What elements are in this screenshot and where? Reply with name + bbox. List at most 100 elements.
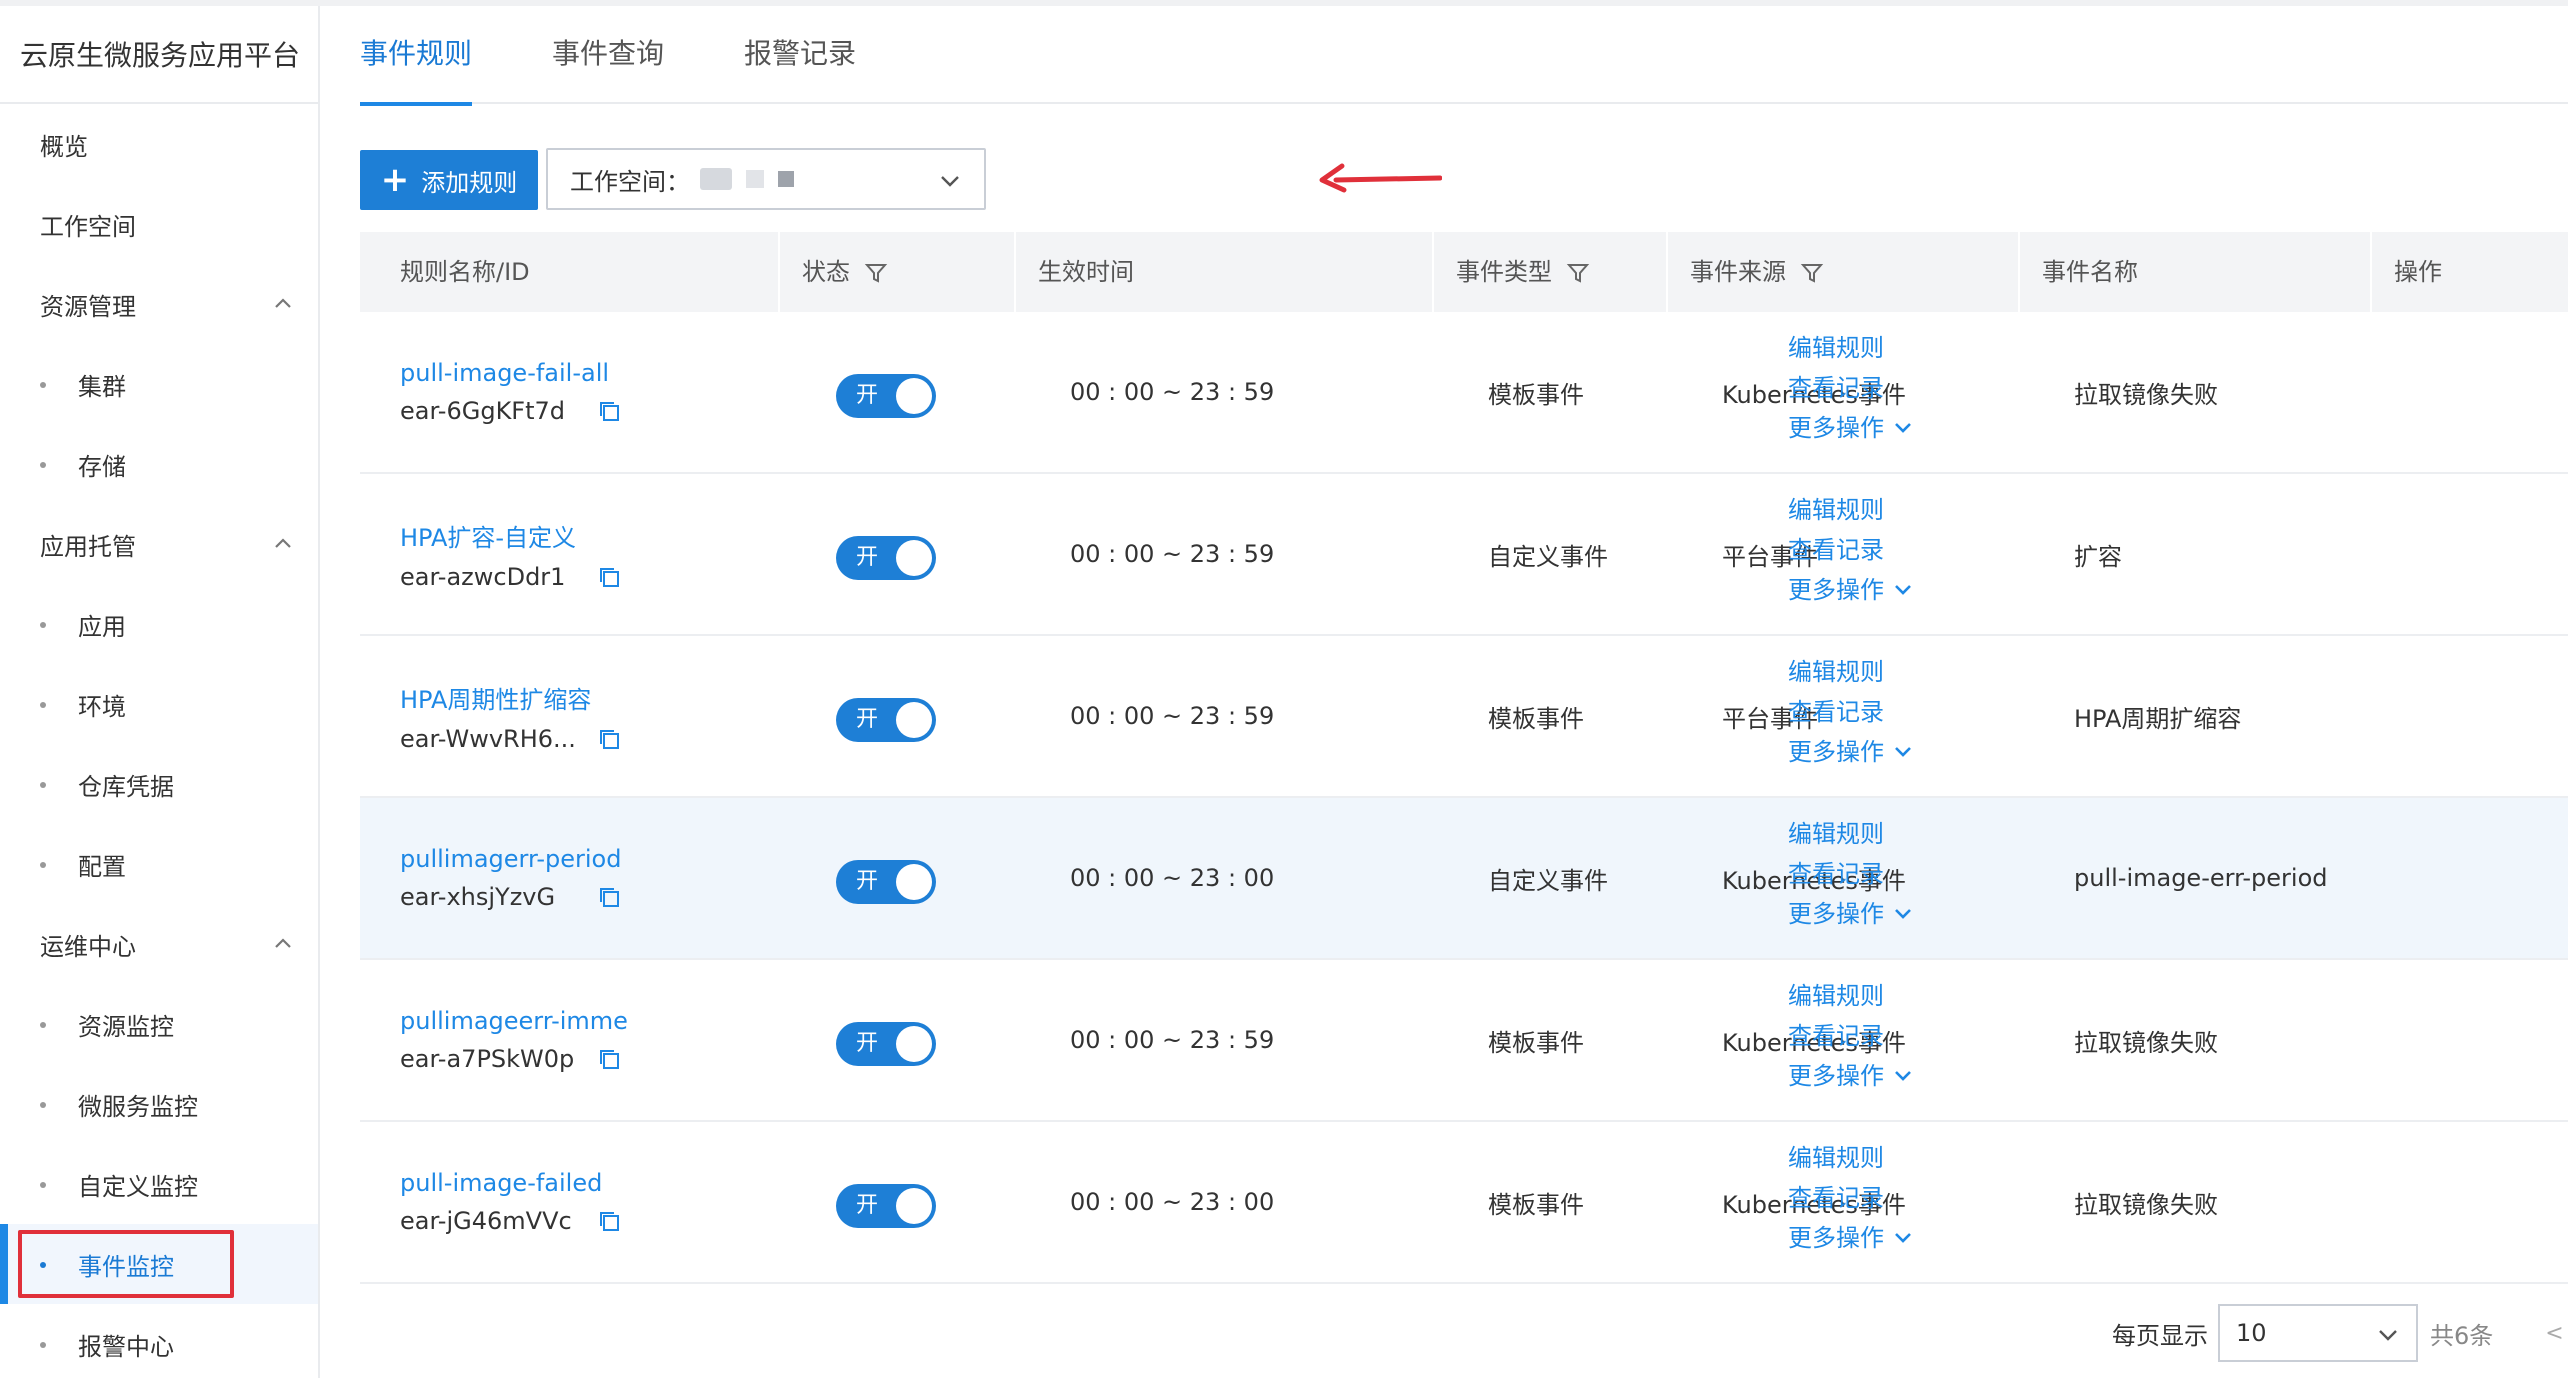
more-actions-label: 更多操作 bbox=[1788, 738, 1884, 766]
sidebar-group-app-hosting[interactable]: 应用托管 bbox=[0, 504, 318, 584]
sidebar-item-config[interactable]: 配置 bbox=[0, 824, 318, 904]
sidebar-item-custom-monitor[interactable]: 自定义监控 bbox=[0, 1144, 318, 1224]
copy-icon[interactable] bbox=[596, 398, 622, 424]
edit-rule-link[interactable]: 编辑规则 bbox=[1788, 656, 1914, 688]
sidebar-item-resource-monitor[interactable]: 资源监控 bbox=[0, 984, 318, 1064]
effective-time: 00 : 00 ~ 23 : 00 bbox=[1070, 864, 1275, 892]
sidebar-group-label: 应用托管 bbox=[40, 532, 136, 561]
sidebar-item-label: 微服务监控 bbox=[78, 1092, 198, 1121]
rule-id: ear-xhsjYzvG bbox=[400, 883, 556, 911]
header-operations: 操作 bbox=[2370, 232, 2568, 312]
sidebar-group-resource-mgmt[interactable]: 资源管理 bbox=[0, 264, 318, 344]
more-actions-label: 更多操作 bbox=[1788, 900, 1884, 928]
rule-name-link[interactable]: HPA周期性扩缩容 bbox=[400, 680, 591, 715]
filter-icon[interactable] bbox=[864, 261, 888, 285]
header-effective-time: 生效时间 bbox=[1014, 232, 1432, 312]
toggle-label: 开 bbox=[856, 545, 879, 570]
main-content: 事件规则 事件查询 报警记录 + 添加规则 工作空间： 规则名称/ID 状态 生… bbox=[322, 6, 2568, 1378]
sidebar-item-overview[interactable]: 概览 bbox=[0, 104, 318, 184]
more-actions-dropdown[interactable]: 更多操作 bbox=[1788, 574, 1914, 606]
status-toggle[interactable]: 开 bbox=[836, 1184, 936, 1228]
copy-icon[interactable] bbox=[596, 564, 622, 590]
status-toggle[interactable]: 开 bbox=[836, 1022, 936, 1066]
rule-name-link[interactable]: pullimageerr-imme bbox=[400, 1007, 628, 1035]
edit-rule-link[interactable]: 编辑规则 bbox=[1788, 818, 1914, 850]
view-records-link[interactable]: 查看记录 bbox=[1788, 1020, 1914, 1052]
add-rule-button[interactable]: + 添加规则 bbox=[360, 150, 538, 210]
sidebar-item-microservice-monitor[interactable]: 微服务监控 bbox=[0, 1064, 318, 1144]
view-records-link[interactable]: 查看记录 bbox=[1788, 1182, 1914, 1214]
more-actions-dropdown[interactable]: 更多操作 bbox=[1788, 1222, 1914, 1254]
more-actions-label: 更多操作 bbox=[1788, 576, 1884, 604]
rule-name-cell: pullimagerr-period ear-xhsjYzvG bbox=[360, 798, 622, 958]
copy-icon[interactable] bbox=[596, 884, 622, 910]
more-actions-dropdown[interactable]: 更多操作 bbox=[1788, 736, 1914, 768]
view-records-link[interactable]: 查看记录 bbox=[1788, 858, 1914, 890]
per-page-label: 每页显示 bbox=[2112, 1321, 2208, 1350]
sidebar-item-label: 应用 bbox=[78, 612, 126, 641]
bullet-icon bbox=[40, 1342, 46, 1348]
header-status: 状态 bbox=[778, 232, 1014, 312]
copy-icon[interactable] bbox=[596, 1046, 622, 1072]
view-records-link[interactable]: 查看记录 bbox=[1788, 696, 1914, 728]
rule-name-link[interactable]: HPA扩容-自定义 bbox=[400, 518, 576, 553]
tab-alert-records[interactable]: 报警记录 bbox=[744, 6, 856, 104]
table-row: HPA扩容-自定义 ear-azwcDdr1 开 00 : 00 ~ 23 : … bbox=[360, 474, 2568, 636]
sidebar-item-label: 概览 bbox=[40, 132, 88, 161]
tab-event-query[interactable]: 事件查询 bbox=[552, 6, 664, 104]
sidebar-item-event-monitor[interactable]: 事件监控 bbox=[0, 1224, 318, 1304]
event-type: 模板事件 bbox=[1488, 380, 1584, 409]
status-toggle[interactable]: 开 bbox=[836, 374, 936, 418]
status-toggle[interactable]: 开 bbox=[836, 860, 936, 904]
header-event-name: 事件名称 bbox=[2018, 232, 2370, 312]
view-records-link[interactable]: 查看记录 bbox=[1788, 534, 1914, 566]
rule-name-link[interactable]: pull-image-fail-all bbox=[400, 359, 609, 387]
more-actions-dropdown[interactable]: 更多操作 bbox=[1788, 898, 1914, 930]
sidebar-item-environment[interactable]: 环境 bbox=[0, 664, 318, 744]
more-actions-label: 更多操作 bbox=[1788, 1224, 1884, 1252]
rule-name-link[interactable]: pull-image-failed bbox=[400, 1169, 602, 1197]
edit-rule-link[interactable]: 编辑规则 bbox=[1788, 332, 1914, 364]
more-actions-dropdown[interactable]: 更多操作 bbox=[1788, 412, 1914, 444]
status-toggle[interactable]: 开 bbox=[836, 536, 936, 580]
chevron-down-icon bbox=[941, 176, 959, 187]
sidebar-item-cluster[interactable]: 集群 bbox=[0, 344, 318, 424]
toggle-knob bbox=[896, 864, 932, 900]
brand-title: 云原生微服务应用平台 bbox=[0, 6, 318, 104]
status-toggle[interactable]: 开 bbox=[836, 698, 936, 742]
workspace-select[interactable]: 工作空间： bbox=[546, 148, 986, 210]
header-event-type: 事件类型 bbox=[1432, 232, 1666, 312]
sidebar-group-ops-center[interactable]: 运维中心 bbox=[0, 904, 318, 984]
view-records-link[interactable]: 查看记录 bbox=[1788, 372, 1914, 404]
filter-icon[interactable] bbox=[1800, 261, 1824, 285]
edit-rule-link[interactable]: 编辑规则 bbox=[1788, 494, 1914, 526]
chevron-down-icon bbox=[1895, 909, 1911, 919]
header-rule-name: 规则名称/ID bbox=[360, 232, 778, 312]
effective-time: 00 : 00 ~ 23 : 59 bbox=[1070, 1026, 1275, 1054]
prev-page-button[interactable]: < bbox=[2545, 1321, 2563, 1346]
toggle-knob bbox=[896, 1026, 932, 1062]
chevron-down-icon bbox=[1895, 747, 1911, 757]
page-size-select[interactable]: 10 bbox=[2218, 1304, 2418, 1362]
sidebar: 云原生微服务应用平台 概览 工作空间 资源管理 集群 存储 应用托管 应用 环境… bbox=[0, 6, 320, 1378]
sidebar-item-workspace[interactable]: 工作空间 bbox=[0, 184, 318, 264]
sidebar-item-alert-center[interactable]: 报警中心 bbox=[0, 1304, 318, 1378]
sidebar-item-application[interactable]: 应用 bbox=[0, 584, 318, 664]
sidebar-item-label: 仓库凭据 bbox=[78, 772, 174, 801]
sidebar-item-label: 自定义监控 bbox=[78, 1172, 198, 1201]
filter-icon[interactable] bbox=[1566, 261, 1590, 285]
copy-icon[interactable] bbox=[596, 1208, 622, 1234]
more-actions-dropdown[interactable]: 更多操作 bbox=[1788, 1060, 1914, 1092]
toggle-knob bbox=[896, 540, 932, 576]
toggle-knob bbox=[896, 378, 932, 414]
edit-rule-link[interactable]: 编辑规则 bbox=[1788, 1142, 1914, 1174]
sidebar-item-storage[interactable]: 存储 bbox=[0, 424, 318, 504]
copy-icon[interactable] bbox=[596, 726, 622, 752]
rule-name-link[interactable]: pullimagerr-period bbox=[400, 845, 621, 873]
edit-rule-link[interactable]: 编辑规则 bbox=[1788, 980, 1914, 1012]
sidebar-item-repo-credentials[interactable]: 仓库凭据 bbox=[0, 744, 318, 824]
header-label: 状态 bbox=[802, 258, 850, 286]
event-name: HPA周期扩缩容 bbox=[2074, 704, 2242, 733]
table-row: pullimageerr-imme ear-a7PSkW0p 开 00 : 00… bbox=[360, 960, 2568, 1122]
tab-event-rules[interactable]: 事件规则 bbox=[360, 6, 473, 106]
